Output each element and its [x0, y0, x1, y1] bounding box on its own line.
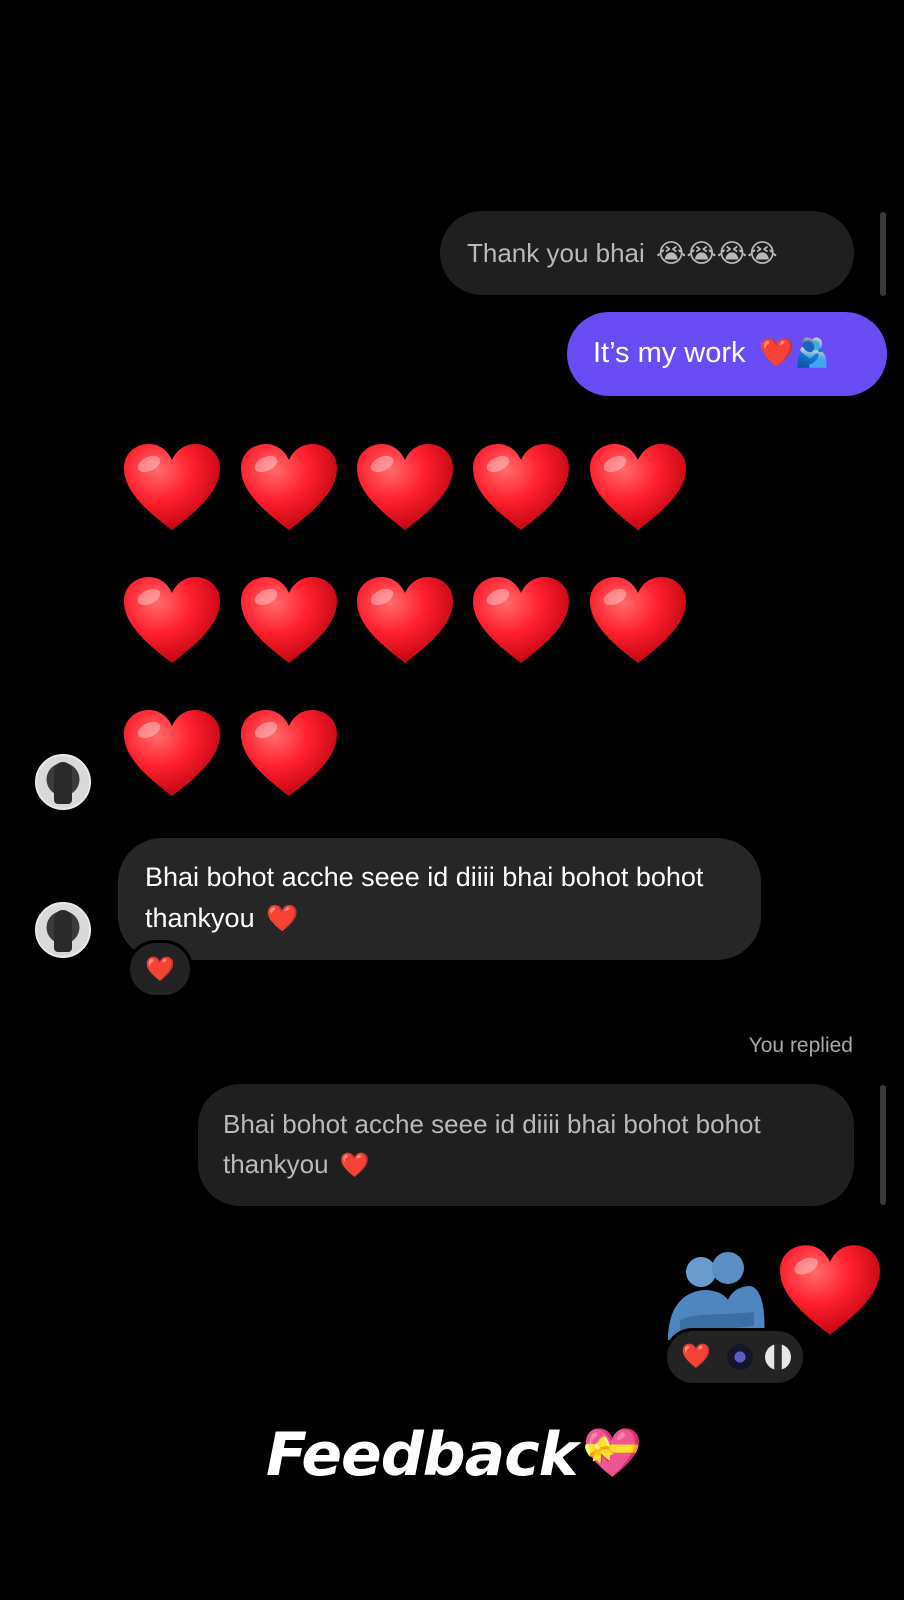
heart-icon [355, 570, 455, 670]
quoted-message-text: Bhai bohot acche seee id diiii bhai boho… [223, 1109, 761, 1179]
reply-label: You replied [748, 1034, 853, 1057]
heart-hug-emoji: ❤️🫂 [759, 336, 830, 369]
reactor-avatar [765, 1344, 791, 1370]
reply-quote-bar-top [880, 212, 886, 296]
heart-icon [588, 437, 688, 537]
outgoing-message-text: It’s my work [593, 337, 746, 369]
reactor-avatar [727, 1344, 753, 1370]
heart-icon [355, 437, 455, 537]
heart-emoji-message[interactable] [122, 437, 702, 817]
incoming-message-text: Bhai bohot acche seee id diiii bhai boho… [145, 862, 704, 933]
heart-icon [239, 703, 339, 803]
caption-text: Feedback [266, 1420, 579, 1490]
heart-icon [239, 437, 339, 537]
reaction-badge[interactable]: ❤️ [127, 940, 193, 998]
heart-icon [588, 570, 688, 670]
heart-icon [122, 437, 222, 537]
heart-reaction-icon: ❤️ [681, 1342, 711, 1370]
quoted-message-top[interactable]: Thank you bhai 😭😭😭😭 [440, 211, 854, 295]
outgoing-message[interactable]: It’s my work ❤️🫂 [567, 312, 887, 396]
sender-avatar[interactable] [35, 754, 91, 810]
crying-emoji-group: 😭😭😭😭 [656, 239, 778, 269]
reply-quote-bar-bottom [880, 1085, 886, 1205]
reaction-badge[interactable]: ❤️ [664, 1328, 806, 1386]
feedback-caption: Feedback 💝 [266, 1420, 666, 1500]
heart-icon [471, 437, 571, 537]
quoted-message-text: Thank you bhai [467, 238, 645, 268]
sender-avatar[interactable] [35, 902, 91, 958]
heart-icon [239, 570, 339, 670]
quoted-message-bottom[interactable]: Bhai bohot acche seee id diiii bhai boho… [198, 1084, 854, 1206]
incoming-message[interactable]: Bhai bohot acche seee id diiii bhai boho… [118, 838, 761, 960]
heart-reaction-icon: ❤️ [145, 955, 175, 983]
heart-icon [471, 570, 571, 670]
heart-icon [122, 703, 222, 803]
heart-icon [122, 570, 222, 670]
heart-with-ribbon-icon: 💝 [582, 1425, 642, 1481]
heart-emoji: ❤️ [339, 1151, 370, 1179]
heart-emoji: ❤️ [266, 904, 299, 934]
heart-icon [778, 1238, 882, 1342]
